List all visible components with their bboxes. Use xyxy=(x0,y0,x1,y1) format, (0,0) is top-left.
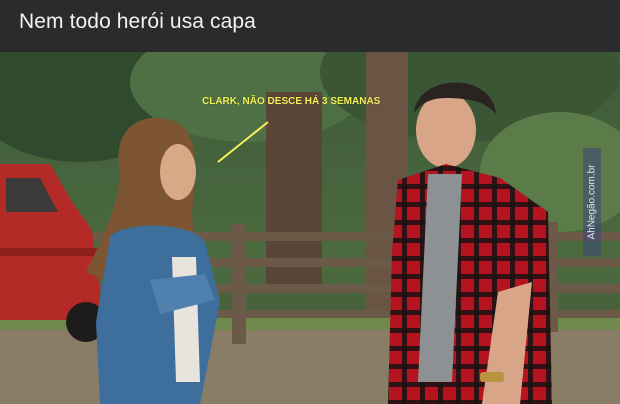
watermark-text: AhNegão.com.br xyxy=(586,164,598,240)
meme-caption: CLARK, NÃO DESCE HÁ 3 SEMANAS xyxy=(202,96,381,107)
post-title: Nem todo herói usa capa xyxy=(0,0,620,52)
meme-photo: CLARK, NÃO DESCE HÁ 3 SEMANAS AhNegão.co… xyxy=(0,52,620,404)
ahnegao-logo-icon: AhNegão.com.br xyxy=(583,148,601,256)
meme-post: Nem todo herói usa capa CLARK, NÃO DESCE… xyxy=(0,0,620,404)
